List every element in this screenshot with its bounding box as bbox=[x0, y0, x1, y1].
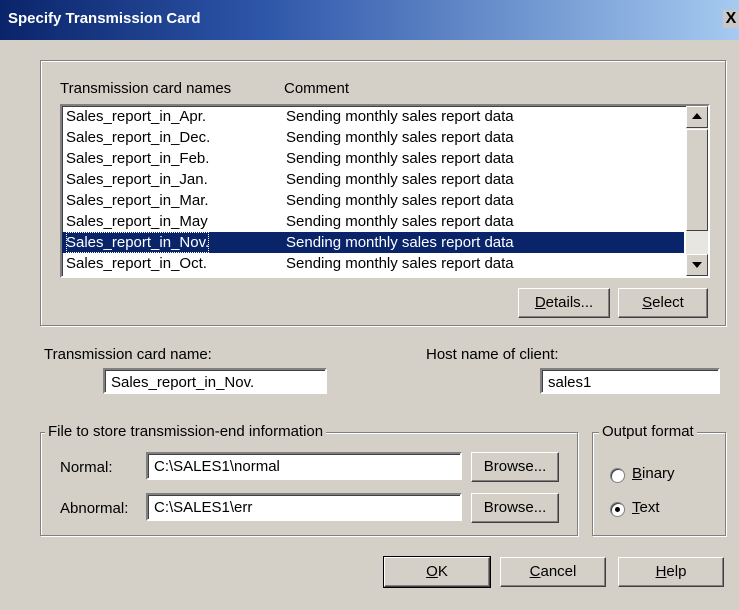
ok-label-post: K bbox=[437, 563, 448, 580]
binary-label-post: inary bbox=[642, 465, 675, 482]
list-row[interactable]: Sales_report_in_Mar. Sending monthly sale… bbox=[62, 190, 684, 211]
output-format-group: Output format bbox=[592, 423, 726, 536]
cancel-button[interactable]: Cancel bbox=[500, 557, 606, 587]
normal-browse-button[interactable]: Browse... bbox=[471, 452, 559, 482]
card-name-cell: Sales_report_in_Feb. bbox=[66, 150, 210, 167]
cancel-label-accel: C bbox=[529, 563, 541, 580]
help-button[interactable]: Help bbox=[618, 557, 724, 587]
output-format-legend: Output format bbox=[599, 423, 697, 440]
text-radio-dot bbox=[615, 507, 620, 512]
card-name-cell: Sales_report_in_May bbox=[66, 213, 208, 230]
binary-label[interactable]: Binary bbox=[632, 465, 675, 482]
text-radio[interactable] bbox=[610, 502, 625, 517]
comment-cell: Sending monthly sales report data bbox=[286, 171, 514, 188]
transmission-card-list[interactable]: Sales_report_in_Apr. Sending monthly sale… bbox=[60, 104, 710, 278]
card-name-cell: Sales_report_in_Oct. bbox=[66, 255, 207, 272]
text-label-accel: T bbox=[632, 499, 640, 516]
card-name-field[interactable]: Sales_report_in_Nov. bbox=[103, 368, 327, 394]
list-row[interactable]: Sales_report_in_Apr. Sending monthly sale… bbox=[62, 106, 684, 127]
binary-label-accel: B bbox=[632, 465, 643, 482]
comment-cell: Sending monthly sales report data bbox=[286, 150, 514, 167]
card-name-cell: Sales_report_in_Mar. bbox=[66, 192, 209, 209]
comment-cell: Sending monthly sales report data bbox=[286, 108, 514, 125]
list-row[interactable]: Sales_report_in_May Sending monthly sales… bbox=[62, 211, 684, 232]
list-rows: Sales_report_in_Apr. Sending monthly sale… bbox=[62, 106, 684, 274]
select-label-accel: S bbox=[642, 294, 653, 311]
list-row[interactable]: Sales_report_in_Nov. Sending monthly sale… bbox=[62, 232, 684, 253]
abnormal-label: Abnormal: bbox=[60, 500, 129, 517]
details-label-post: etails... bbox=[545, 294, 594, 311]
vertical-scrollbar[interactable] bbox=[686, 106, 708, 276]
text-label[interactable]: Text bbox=[632, 499, 660, 516]
details-label-accel: D bbox=[534, 294, 546, 311]
host-name-field[interactable]: sales1 bbox=[540, 368, 720, 394]
normal-label: Normal: bbox=[60, 459, 113, 476]
card-name-label: Transmission card name: bbox=[44, 346, 212, 363]
card-name-cell: Sales_report_in_Apr. bbox=[66, 108, 207, 125]
binary-radio[interactable] bbox=[610, 468, 625, 483]
comment-cell: Sending monthly sales report data bbox=[286, 255, 514, 272]
list-row[interactable]: Sales_report_in_Oct. Sending monthly sale… bbox=[62, 253, 684, 274]
normal-path-field[interactable]: C:\SALES1\normal bbox=[146, 452, 462, 480]
close-icon[interactable]: X bbox=[723, 10, 739, 28]
help-label-accel: H bbox=[655, 563, 667, 580]
specify-transmission-card-dialog: Specify Transmission Card X Transmission… bbox=[0, 0, 739, 610]
abnormal-path-field[interactable]: C:\SALES1\err bbox=[146, 493, 462, 521]
file-store-legend: File to store transmission-end informati… bbox=[45, 423, 327, 440]
select-label-post: elect bbox=[652, 294, 684, 311]
card-name-cell: Sales_report_in_Jan. bbox=[66, 171, 208, 188]
host-name-label: Host name of client: bbox=[426, 346, 559, 363]
comment-cell: Sending monthly sales report data bbox=[286, 234, 514, 251]
scroll-up-icon bbox=[692, 113, 702, 119]
comment-cell: Sending monthly sales report data bbox=[286, 129, 514, 146]
title-bar[interactable]: Specify Transmission Card X bbox=[0, 0, 739, 40]
help-label-post: elp bbox=[666, 563, 687, 580]
select-button[interactable]: Select bbox=[618, 288, 708, 318]
ok-button[interactable]: OK bbox=[383, 556, 491, 588]
column-header-names[interactable]: Transmission card names bbox=[60, 80, 231, 97]
scroll-thumb[interactable] bbox=[686, 129, 708, 231]
comment-cell: Sending monthly sales report data bbox=[286, 192, 514, 209]
scroll-down-button[interactable] bbox=[686, 254, 708, 276]
text-label-post: ext bbox=[639, 499, 660, 516]
column-header-comment[interactable]: Comment bbox=[284, 80, 349, 97]
list-row[interactable]: Sales_report_in_Feb. Sending monthly sale… bbox=[62, 148, 684, 169]
abnormal-browse-button[interactable]: Browse... bbox=[471, 493, 559, 523]
ok-label-accel: O bbox=[426, 563, 438, 580]
window-title: Specify Transmission Card bbox=[8, 10, 201, 27]
list-row[interactable]: Sales_report_in_Jan. Sending monthly sale… bbox=[62, 169, 684, 190]
list-row[interactable]: Sales_report_in_Dec. Sending monthly sale… bbox=[62, 127, 684, 148]
comment-cell: Sending monthly sales report data bbox=[286, 213, 514, 230]
scroll-up-button[interactable] bbox=[686, 106, 708, 128]
details-button[interactable]: Details... bbox=[518, 288, 610, 318]
scroll-down-icon bbox=[692, 262, 702, 268]
cancel-label-post: ancel bbox=[540, 563, 577, 580]
card-name-cell: Sales_report_in_Nov. bbox=[66, 232, 210, 253]
card-name-cell: Sales_report_in_Dec. bbox=[66, 129, 211, 146]
